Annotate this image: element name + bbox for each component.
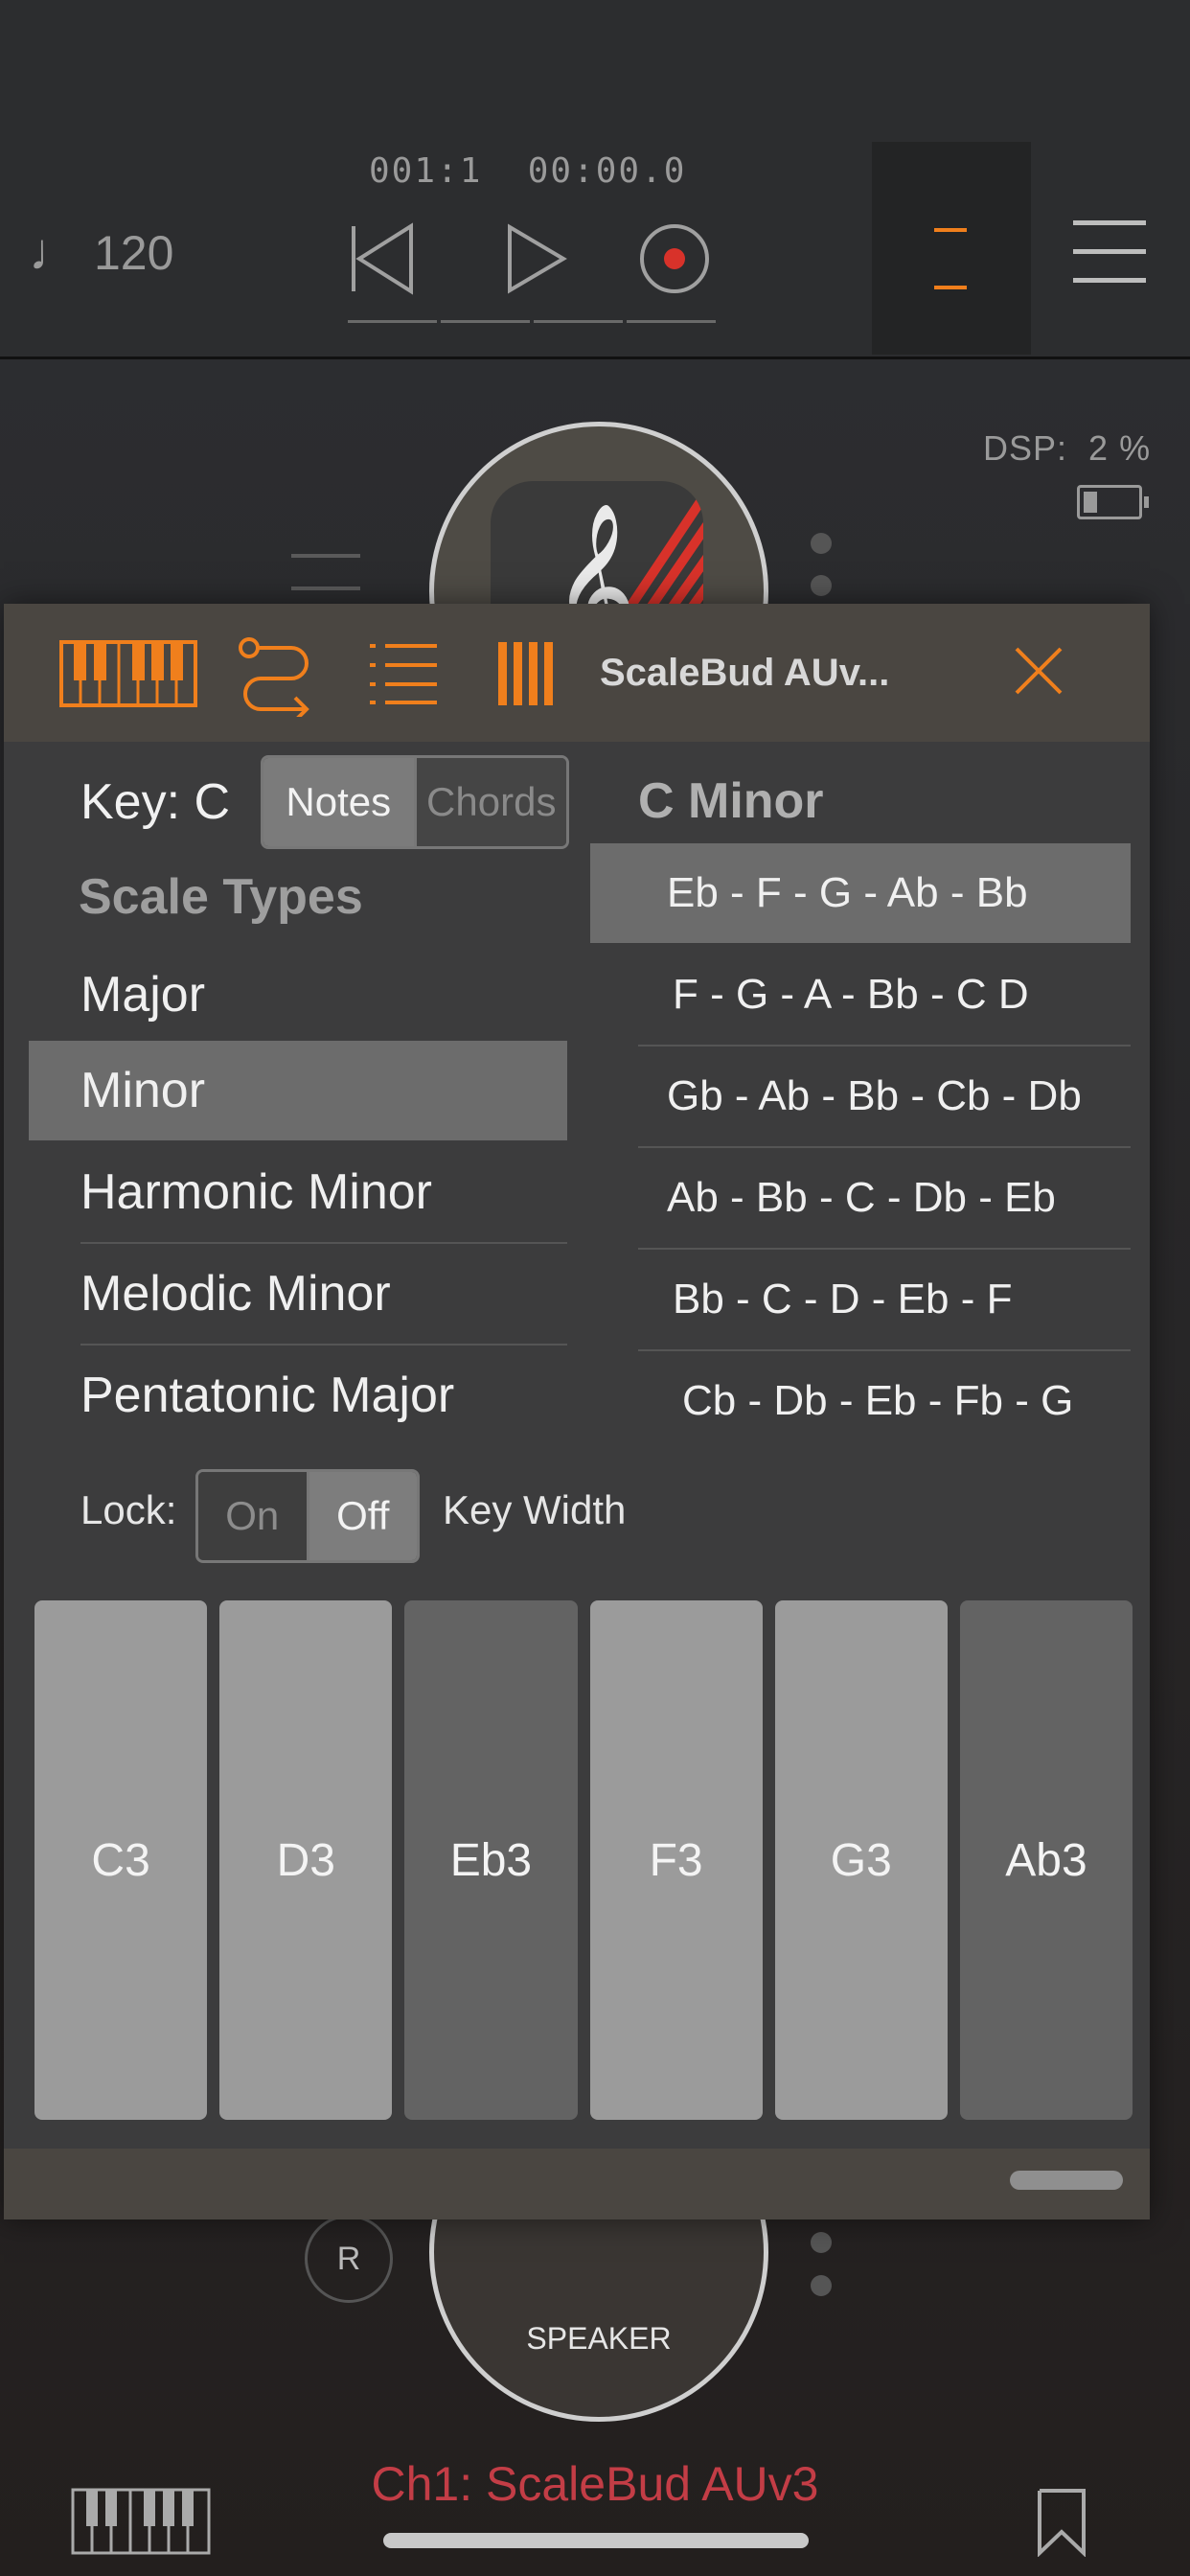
record-button[interactable] <box>607 211 742 307</box>
record-icon <box>640 224 709 293</box>
list-icon[interactable] <box>368 642 439 705</box>
scale-type-item[interactable]: Pentatonic Major <box>29 1346 567 1445</box>
transport-underline <box>627 320 716 323</box>
handle-dot <box>811 575 832 596</box>
note-pad[interactable]: G3 <box>774 1600 948 2120</box>
lock-off-option[interactable]: Off <box>309 1472 417 1560</box>
plugin-toolbar: ScaleBud AUv... <box>4 604 1150 742</box>
mode-item[interactable]: Ab - Bb - C - Db - Eb <box>590 1148 1131 1248</box>
keyboard-icon[interactable] <box>71 2488 211 2555</box>
position-counter: 001:1 00:00.0 <box>369 151 686 191</box>
battery-icon <box>1077 485 1149 519</box>
plugin-footer <box>4 2149 1150 2220</box>
play-button[interactable] <box>469 211 604 307</box>
skip-back-icon <box>352 222 413 295</box>
note-pads: C3 D3 Eb3 F3 G3 Ab3 <box>34 1600 1133 2120</box>
input-monitor-button[interactable] <box>872 142 1031 355</box>
note-pad[interactable]: F3 <box>589 1600 763 2120</box>
notes-chords-toggle: Notes Chords <box>261 755 569 849</box>
dsp-value: 2 % <box>1088 428 1152 468</box>
tempo-display[interactable]: ♩ 120 <box>29 222 173 282</box>
scale-type-item[interactable]: Melodic Minor <box>29 1244 567 1344</box>
scale-type-item-selected[interactable]: Minor <box>29 1041 567 1140</box>
rewind-button[interactable] <box>316 211 450 307</box>
home-indicator <box>383 2533 809 2548</box>
transport-underline <box>441 320 530 323</box>
record-arm-button[interactable]: R <box>305 2215 393 2303</box>
note-pad[interactable]: C3 <box>34 1600 208 2120</box>
level-dash <box>934 228 967 232</box>
mode-item[interactable]: Cb - Db - Eb - Fb - G <box>590 1351 1131 1451</box>
mode-item[interactable]: Gb - Ab - Bb - Cb - Db <box>590 1046 1131 1146</box>
plugin-title: ScaleBud AUv... <box>600 652 890 694</box>
lock-toggle: On Off <box>195 1469 420 1563</box>
key-selector[interactable]: Key: C <box>80 773 230 831</box>
plugin-window: ScaleBud AUv... Key: C Notes Chords C Mi… <box>4 604 1150 2220</box>
bars-view-icon[interactable] <box>496 640 556 707</box>
handle-dot <box>811 533 832 554</box>
lock-label: Lock: <box>80 1487 177 1532</box>
handle-dot <box>811 2275 832 2296</box>
time-readout: 00:00.0 <box>527 151 687 191</box>
scale-types-header: Scale Types <box>79 869 363 925</box>
mode-item[interactable]: F - G - A - Bb - C D <box>590 945 1131 1045</box>
close-icon[interactable] <box>1014 646 1064 696</box>
level-dash <box>934 286 967 289</box>
keyboard-view-icon[interactable] <box>59 640 197 707</box>
handle-dot <box>811 2232 832 2253</box>
note-pad[interactable]: D3 <box>219 1600 393 2120</box>
speaker-label: SPEAKER <box>526 2321 672 2356</box>
note-pad[interactable]: Ab3 <box>959 1600 1133 2120</box>
play-icon <box>508 223 567 294</box>
key-width-control[interactable]: Key Width <box>443 1487 626 1533</box>
transport-underline <box>348 320 437 323</box>
scale-type-item[interactable]: Harmonic Minor <box>29 1142 567 1242</box>
note-pad[interactable]: Eb3 <box>404 1600 578 2120</box>
menu-icon[interactable] <box>1073 220 1146 293</box>
resize-handle[interactable] <box>1010 2171 1123 2190</box>
bar-beat-readout: 001:1 <box>369 151 483 191</box>
bookmark-icon[interactable] <box>1037 2488 1087 2557</box>
dsp-label: DSP: <box>983 428 1068 468</box>
transport-underline <box>534 320 623 323</box>
chords-tab[interactable]: Chords <box>413 758 566 846</box>
route-icon[interactable] <box>238 634 314 717</box>
scale-type-item[interactable]: Major <box>29 945 567 1045</box>
drag-line <box>291 554 360 558</box>
drag-line <box>291 586 360 590</box>
tempo-value: 120 <box>94 226 174 280</box>
lock-on-option[interactable]: On <box>198 1472 309 1560</box>
dsp-meter: DSP: 2 % <box>983 428 1151 469</box>
quarter-note-icon: ♩ <box>29 223 80 281</box>
mode-item-selected[interactable]: Eb - F - G - Ab - Bb <box>590 843 1131 943</box>
mode-item[interactable]: Bb - C - D - Eb - F <box>590 1250 1131 1349</box>
notes-tab[interactable]: Notes <box>263 758 414 846</box>
scale-title: C Minor <box>638 773 824 829</box>
